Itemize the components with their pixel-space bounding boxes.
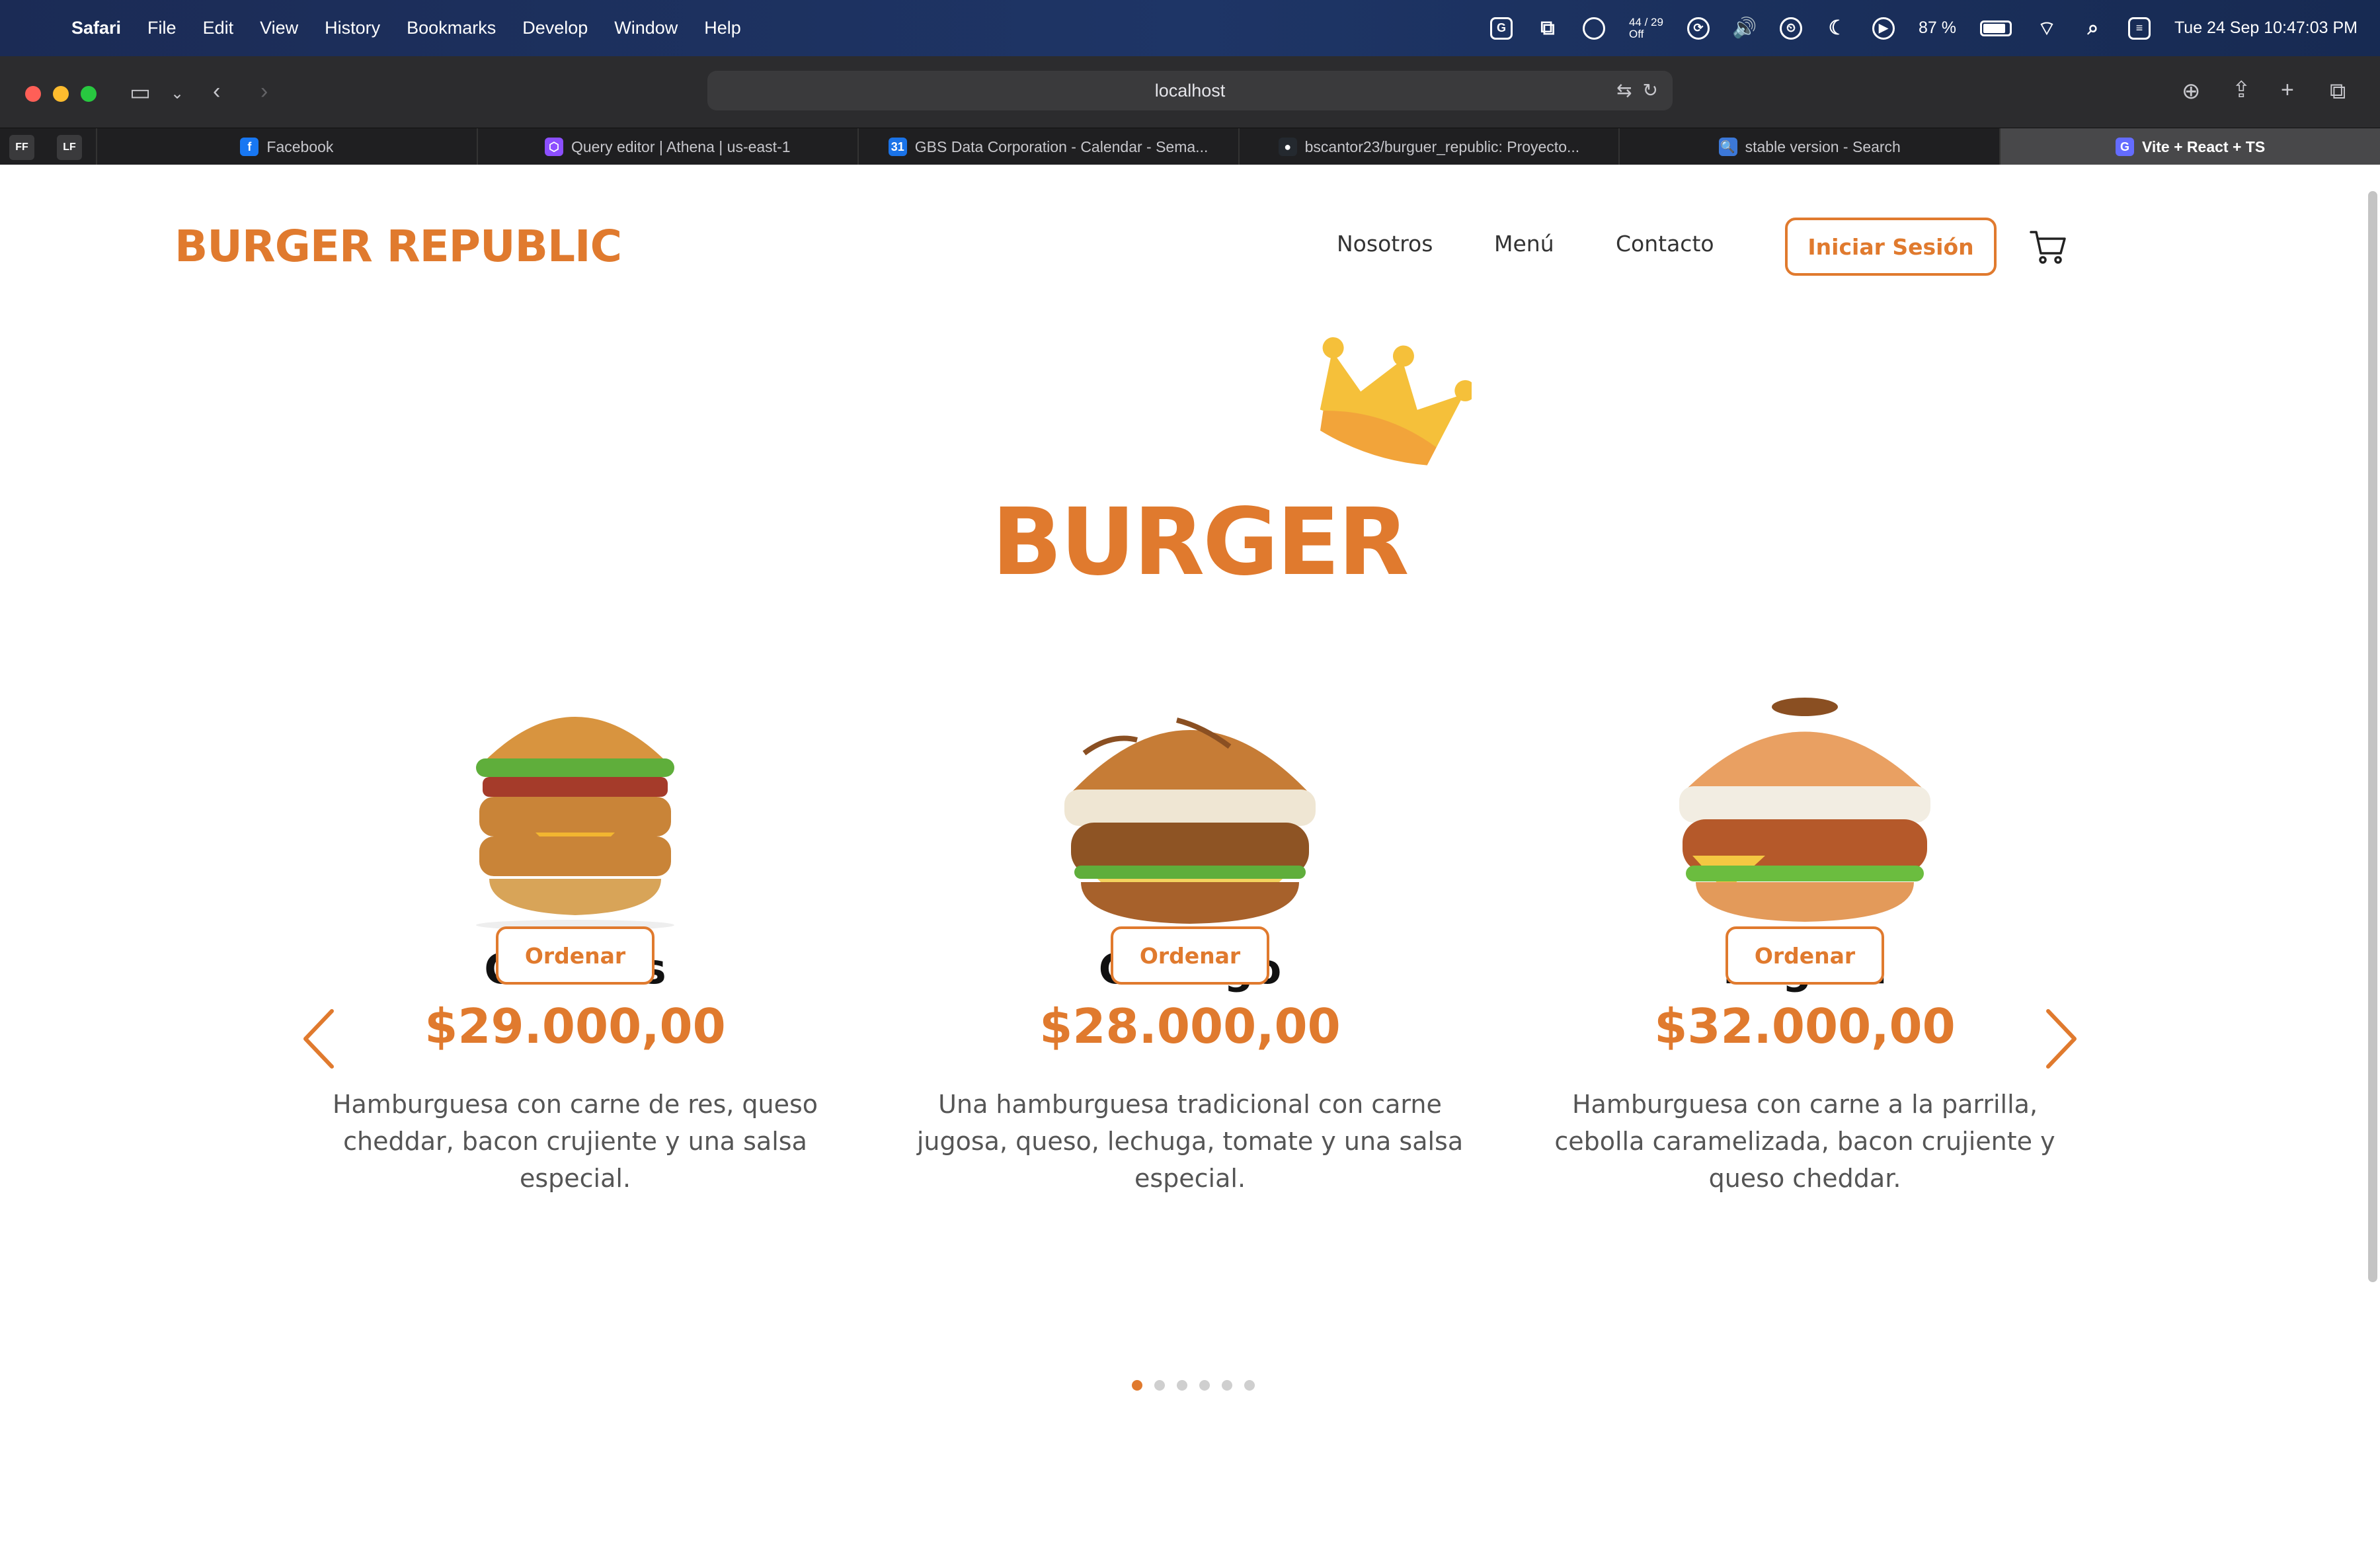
- web-page: BURGER REPUBLIC Nosotros Menú Contacto I…: [0, 165, 2380, 1546]
- zoom-window-button[interactable]: [81, 86, 97, 102]
- carousel-dot[interactable]: [1177, 1380, 1187, 1391]
- browser-toolbar: ▭ ⌄ ‹ › localhost ⇆ ↻ ⊕ ⇪ + ⧉: [0, 56, 2380, 128]
- burger-image-bogota[interactable]: [1659, 680, 1950, 932]
- carousel-dot[interactable]: [1244, 1380, 1255, 1391]
- temperature-status: Off: [1628, 27, 1644, 40]
- battery-icon[interactable]: [1979, 20, 2012, 36]
- temperature-values: 44 / 29: [1628, 15, 1663, 28]
- product-price: $28.000,00: [1039, 998, 1341, 1054]
- tab-bar: FF LF f Facebook ⬡ Query editor | Athena | …: [0, 128, 2380, 165]
- control-center-icon[interactable]: ≡: [2127, 17, 2151, 40]
- order-button-bogota[interactable]: Ordenar: [1726, 926, 1884, 985]
- carousel-dot[interactable]: [1222, 1380, 1232, 1391]
- crown-icon: [1320, 337, 1472, 466]
- play-icon[interactable]: ▶: [1872, 17, 1895, 40]
- tab-title: stable version - Search: [1745, 138, 1901, 155]
- sync-icon[interactable]: ⟳: [1686, 17, 1710, 40]
- tab-title: GBS Data Corporation - Calendar - Sema..…: [914, 138, 1209, 155]
- nav-link-nosotros[interactable]: Nosotros: [1337, 231, 1433, 257]
- carousel-dot[interactable]: [1199, 1380, 1210, 1391]
- menu-file[interactable]: File: [147, 18, 177, 38]
- pinned-tab-ff[interactable]: FF: [9, 135, 34, 160]
- browser-tab[interactable]: 🔍 stable version - Search: [1618, 128, 1999, 165]
- menu-window[interactable]: Window: [614, 18, 678, 38]
- aws-athena-icon: ⬡: [544, 138, 563, 156]
- vite-icon: G: [2115, 138, 2134, 156]
- minimize-window-button[interactable]: [53, 86, 69, 102]
- spotlight-search-icon[interactable]: ⌕: [2082, 17, 2104, 40]
- new-tab-icon[interactable]: +: [2281, 79, 2294, 101]
- facebook-icon: f: [240, 138, 259, 156]
- menu-app-name[interactable]: Safari: [71, 18, 121, 38]
- order-button-caracas[interactable]: Ordenar: [496, 926, 654, 985]
- share-icon[interactable]: ⇪: [2232, 79, 2251, 101]
- status-bar-items: G ⧉ 44 / 29 Off ⟳ 🔊 ⏲ ☾ ▶ 87 % ⌔ ⌕ ≡ Tue…: [1489, 0, 2358, 56]
- temperature-readout[interactable]: 44 / 29 Off: [1628, 15, 1663, 40]
- menu-view[interactable]: View: [260, 18, 298, 38]
- browser-tab[interactable]: G Vite + React + TS: [1999, 128, 2380, 165]
- nav-link-menu[interactable]: Menú: [1494, 231, 1554, 257]
- reload-icon[interactable]: ↻: [1643, 79, 1658, 101]
- menu-history[interactable]: History: [325, 18, 380, 38]
- product-description: Una hamburguesa tradicional con carne ju…: [916, 1090, 1464, 1193]
- browser-tab[interactable]: 31 GBS Data Corporation - Calendar - Sema…: [857, 128, 1238, 165]
- browser-tab[interactable]: ● bscantor23/burguer_republic: Proyecto..…: [1238, 128, 1619, 165]
- menu-bookmarks[interactable]: Bookmarks: [407, 18, 496, 38]
- apple-menu-icon[interactable]: [25, 15, 49, 42]
- downloads-icon[interactable]: ⊕: [2182, 80, 2201, 102]
- grammarly-icon[interactable]: G: [1489, 17, 1513, 40]
- wifi-icon[interactable]: ⌔: [2036, 17, 2058, 40]
- burger-image-chicago[interactable]: [1045, 680, 1335, 932]
- tab-overview-icon[interactable]: ⧉: [2330, 80, 2346, 102]
- chevron-down-icon[interactable]: ⌄: [171, 83, 184, 105]
- carousel-dot[interactable]: [1132, 1380, 1142, 1391]
- burger-image-caracas[interactable]: [430, 680, 721, 932]
- translate-icon[interactable]: ⇆: [1616, 79, 1632, 101]
- menu-edit[interactable]: Edit: [203, 18, 234, 38]
- tab-title: bscantor23/burguer_republic: Proyecto...: [1304, 138, 1580, 155]
- time-machine-icon[interactable]: ⏲: [1779, 17, 1802, 40]
- browser-tab[interactable]: ⬡ Query editor | Athena | us-east-1: [476, 128, 857, 165]
- clock[interactable]: Tue 24 Sep 10:47:03 PM: [2174, 19, 2358, 38]
- macos-menu-bar: Safari File Edit View History Bookmarks …: [0, 0, 2380, 56]
- tab-title: Query editor | Athena | us-east-1: [571, 138, 791, 155]
- nav-link-contacto[interactable]: Contacto: [1616, 231, 1714, 257]
- focus-moon-icon[interactable]: ☾: [1826, 17, 1848, 40]
- google-calendar-icon: 31: [888, 138, 907, 156]
- menu-develop[interactable]: Develop: [522, 18, 588, 38]
- shape-icon[interactable]: [1582, 17, 1605, 40]
- site-logo[interactable]: BURGER REPUBLIC: [175, 221, 622, 272]
- page-scrollbar[interactable]: [2368, 191, 2377, 1282]
- url-text: localhost: [1154, 80, 1226, 101]
- order-button-chicago[interactable]: Ordenar: [1111, 926, 1269, 985]
- product-description: Hamburguesa con carne a la parrilla, ceb…: [1554, 1090, 2055, 1193]
- browser-tab[interactable]: f Facebook: [96, 128, 477, 165]
- forward-icon[interactable]: ›: [260, 80, 268, 102]
- address-bar[interactable]: localhost ⇆ ↻: [707, 71, 1673, 110]
- login-button[interactable]: Iniciar Sesión: [1785, 218, 1997, 276]
- tab-title: Facebook: [266, 138, 334, 155]
- tab-title: Vite + React + TS: [2141, 138, 2266, 155]
- github-icon: ●: [1278, 138, 1297, 156]
- bing-search-icon: 🔍: [1718, 138, 1737, 156]
- volume-icon[interactable]: 🔊: [1732, 17, 1757, 40]
- back-icon[interactable]: ‹: [213, 80, 220, 102]
- carousel-pagination: [1132, 1380, 1255, 1391]
- carousel-dot[interactable]: [1154, 1380, 1165, 1391]
- cart-icon[interactable]: [2028, 227, 2068, 266]
- battery-percent: 87 %: [1918, 19, 1956, 37]
- product-price: $29.000,00: [424, 998, 726, 1054]
- pinned-tab-lf[interactable]: LF: [57, 135, 82, 160]
- figma-icon[interactable]: ⧉: [1536, 17, 1559, 40]
- product-price: $32.000,00: [1654, 998, 1956, 1054]
- sidebar-toggle-icon[interactable]: ▭: [130, 81, 151, 104]
- menu-help[interactable]: Help: [704, 18, 741, 38]
- hero-title: BURGER: [992, 489, 1409, 596]
- close-window-button[interactable]: [25, 86, 41, 102]
- product-description: Hamburguesa con carne de res, queso ched…: [332, 1090, 818, 1193]
